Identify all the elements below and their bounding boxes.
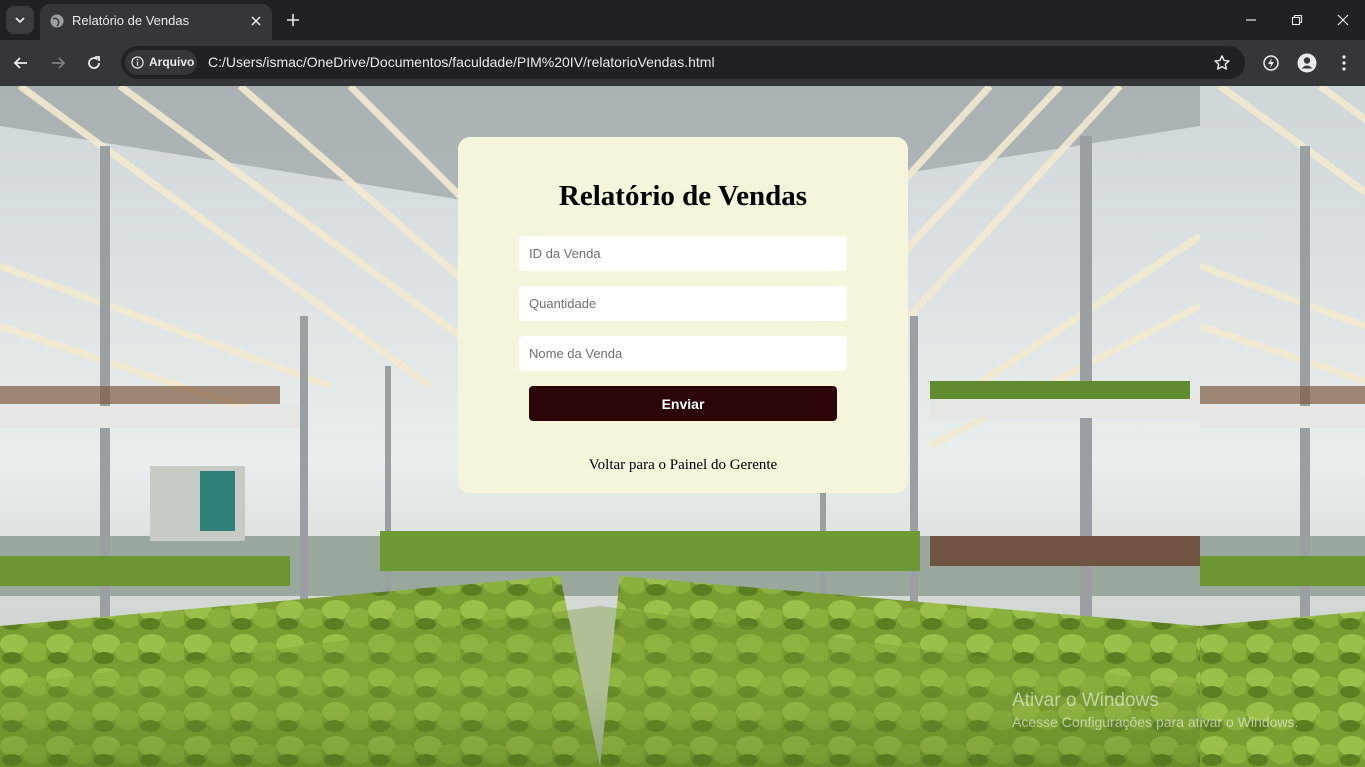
back-button[interactable] (9, 51, 33, 75)
windows-activation-watermark: Ativar o Windows Acesse Configurações pa… (1012, 690, 1298, 730)
new-tab-button[interactable] (283, 10, 303, 30)
close-icon (1337, 14, 1349, 26)
quantity-input[interactable] (519, 286, 847, 321)
submit-button[interactable]: Enviar (529, 386, 837, 421)
minimize-button[interactable] (1239, 8, 1263, 32)
forward-icon (52, 57, 66, 69)
back-to-manager-panel-link[interactable]: Voltar para o Painel do Gerente (458, 457, 908, 474)
watermark-title: Ativar o Windows (1012, 690, 1159, 711)
browser-toolbar: Arquivo C:/Users/ismac/OneDrive/Document… (0, 40, 1365, 86)
profile-icon (1297, 53, 1317, 73)
watermark-subtitle: Acesse Configurações para ativar o Windo… (1012, 714, 1299, 730)
extensions-icon (1263, 55, 1279, 71)
greenhouse-background-repeat (1200, 86, 1365, 767)
forward-button[interactable] (46, 51, 70, 75)
tab-title: Relatório de Vendas (72, 13, 190, 28)
extensions-button[interactable] (1259, 51, 1283, 75)
page-title: Relatório de Vendas (558, 180, 808, 212)
plus-icon (287, 14, 299, 26)
restore-icon (1291, 14, 1303, 26)
globe-icon (50, 14, 64, 28)
close-window-button[interactable] (1331, 8, 1355, 32)
info-icon (131, 56, 144, 69)
close-tab-button[interactable] (248, 13, 264, 29)
tab-strip: Relatório de Vendas (0, 0, 1365, 40)
browser-menu-button[interactable] (1332, 51, 1356, 75)
sale-name-input[interactable] (519, 336, 847, 371)
page-viewport: Relatório de Vendas Enviar Voltar para o… (0, 86, 1365, 767)
sales-report-card: Relatório de Vendas Enviar Voltar para o… (458, 137, 908, 493)
site-info-chip[interactable]: Arquivo (125, 50, 197, 75)
url-text[interactable]: C:/Users/ismac/OneDrive/Documentos/facul… (208, 54, 715, 70)
sale-id-input[interactable] (519, 236, 847, 271)
profile-button[interactable] (1295, 51, 1319, 75)
browser-tab[interactable]: Relatório de Vendas (40, 4, 272, 40)
reload-icon (88, 56, 100, 69)
menu-icon (1342, 55, 1346, 71)
tab-search-button[interactable] (6, 6, 34, 34)
chevron-down-icon (15, 17, 25, 24)
site-info-label: Arquivo (149, 55, 195, 69)
back-icon (13, 57, 27, 69)
close-icon (251, 16, 261, 26)
star-icon[interactable] (1213, 54, 1231, 72)
address-bar[interactable]: Arquivo C:/Users/ismac/OneDrive/Document… (121, 46, 1245, 79)
restore-button[interactable] (1285, 8, 1309, 32)
minimize-icon (1246, 19, 1256, 21)
reload-button[interactable] (82, 51, 106, 75)
